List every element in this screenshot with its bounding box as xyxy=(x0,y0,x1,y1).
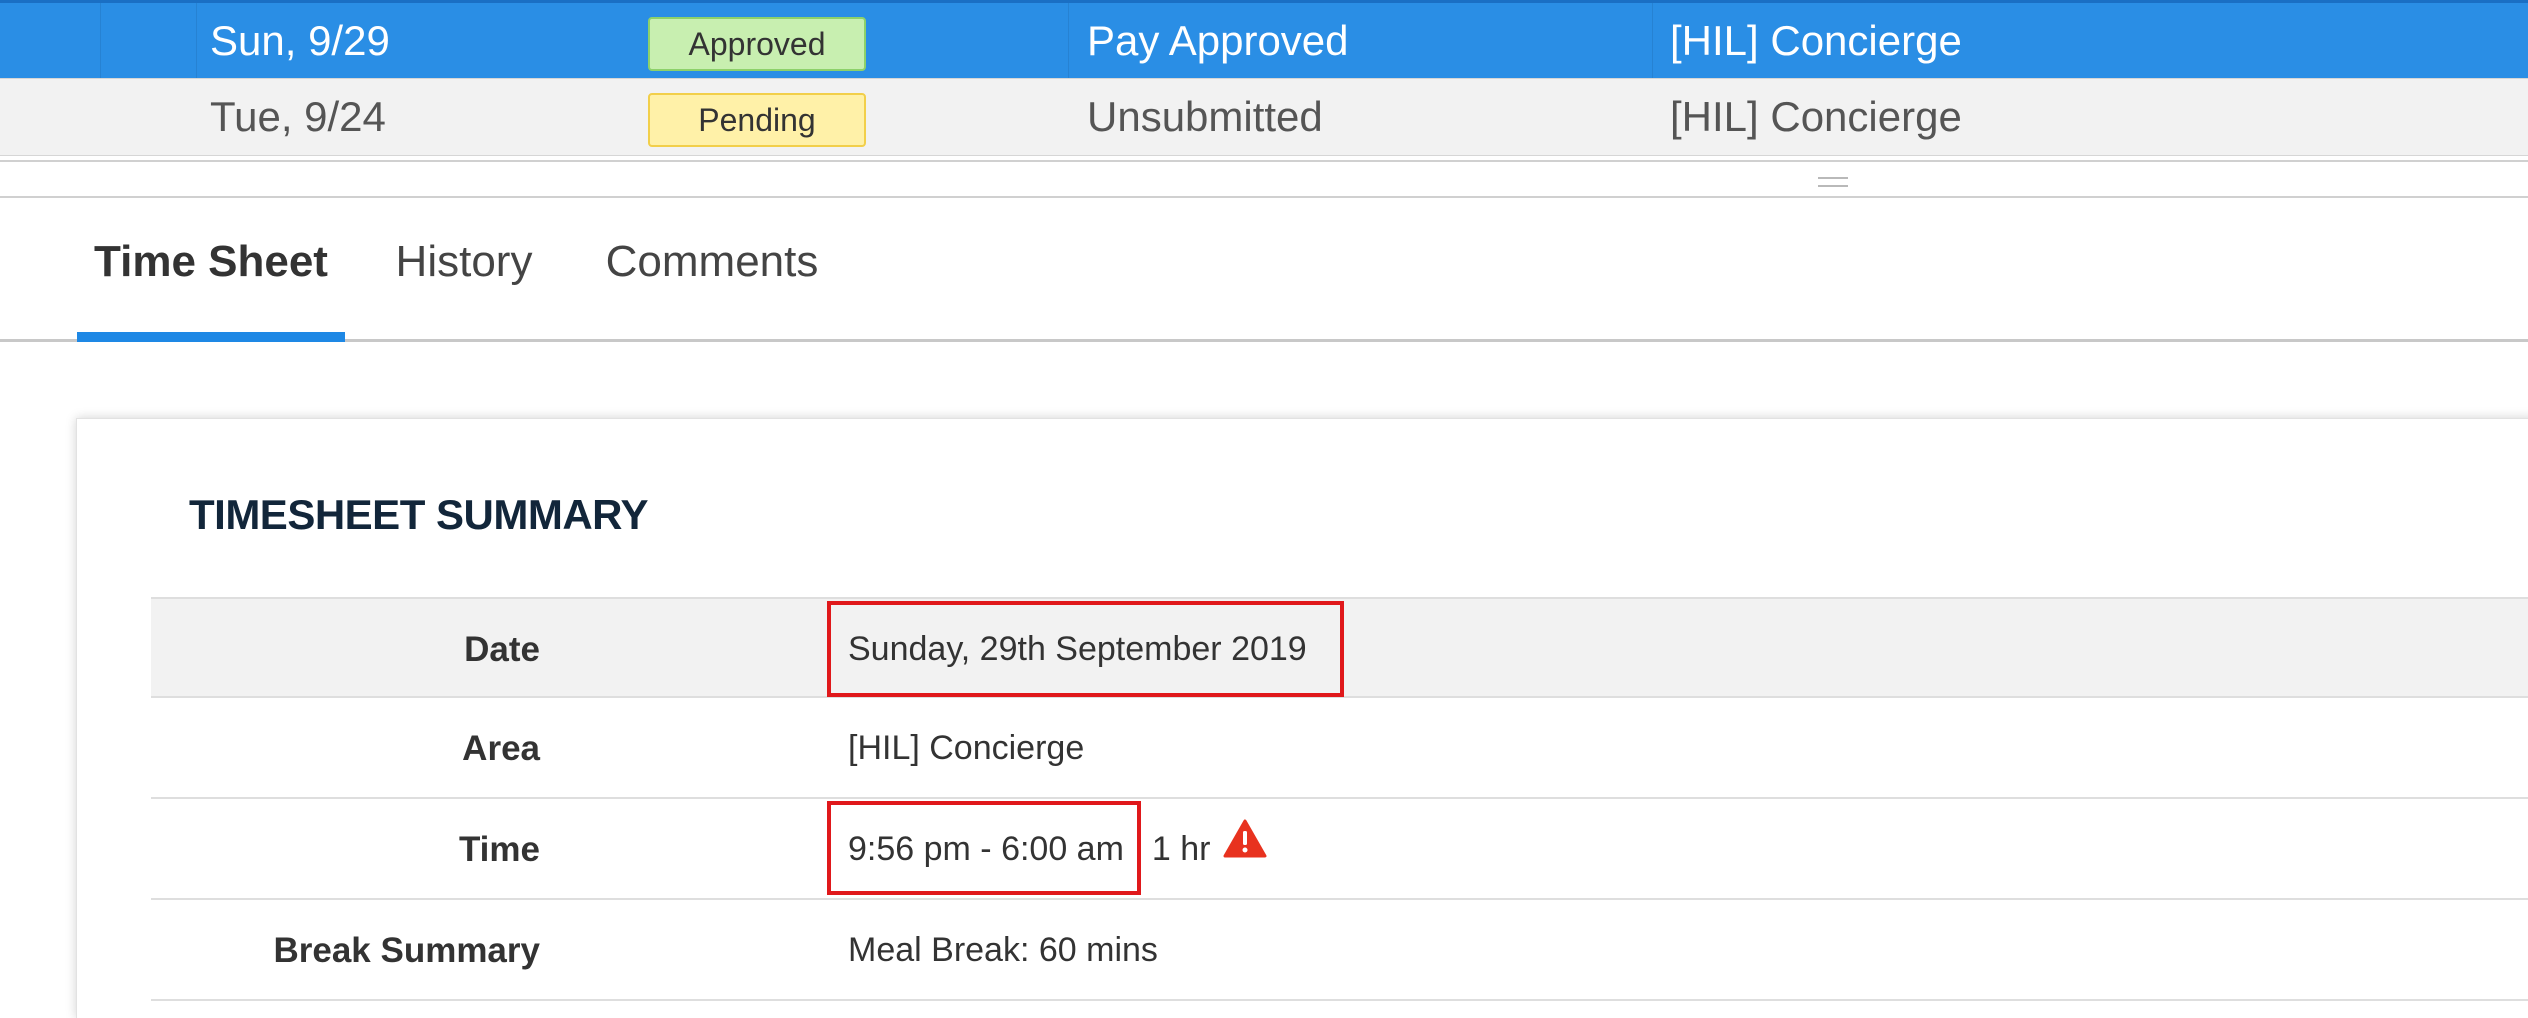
summary-title: TIMESHEET SUMMARY xyxy=(189,491,648,538)
timesheet-date: Sun, 9/29 xyxy=(210,17,390,64)
status-badge-approved: Approved xyxy=(648,17,866,71)
pay-status: Pay Approved xyxy=(1087,17,1349,64)
column-divider xyxy=(1652,3,1653,78)
hours-value: 1 hr xyxy=(1151,830,1211,868)
panel-resize-bar[interactable] xyxy=(0,160,2528,198)
time-range: 9:56 pm - 6:00 am xyxy=(848,830,1124,868)
time-value-group: 9:56 pm - 6:00 am 1 hr xyxy=(848,799,1267,900)
tab-history[interactable]: History xyxy=(380,198,548,339)
break-summary-label: Break Summary xyxy=(273,931,540,970)
detail-tabs: Time Sheet History Comments xyxy=(0,198,2528,342)
date-label: Date xyxy=(464,630,540,669)
summary-row-time: Time 9:56 pm - 6:00 am 1 hr xyxy=(151,799,2528,900)
column-divider xyxy=(1068,3,1069,78)
timesheet-date: Tue, 9/24 xyxy=(210,93,386,140)
tab-comments[interactable]: Comments xyxy=(594,198,830,339)
timesheet-area: [HIL] Concierge xyxy=(1670,17,1962,64)
timesheet-row-selected[interactable]: Sun, 9/29 Approved Pay Approved [HIL] Co… xyxy=(0,0,2528,78)
area-label: Area xyxy=(462,729,540,768)
summary-table: Date Sunday, 29th September 2019 Area [H… xyxy=(151,597,2528,1001)
summary-row-area: Area [HIL] Concierge xyxy=(151,698,2528,799)
timesheet-summary-card: TIMESHEET SUMMARY Date Sunday, 29th Sept… xyxy=(76,418,2528,1018)
date-value: Sunday, 29th September 2019 xyxy=(848,630,1307,668)
status-badge-pending: Pending xyxy=(648,93,866,147)
pay-status: Unsubmitted xyxy=(1087,93,1323,140)
column-divider xyxy=(100,3,101,78)
area-value: [HIL] Concierge xyxy=(848,729,1085,767)
drag-handle-icon[interactable] xyxy=(1818,177,1848,187)
timesheet-row[interactable]: Tue, 9/24 Pending Unsubmitted [HIL] Conc… xyxy=(0,78,2528,156)
column-divider xyxy=(196,3,197,78)
summary-row-date: Date Sunday, 29th September 2019 xyxy=(151,597,2528,698)
summary-row-break: Break Summary Meal Break: 60 mins xyxy=(151,900,2528,1001)
timesheet-area: [HIL] Concierge xyxy=(1670,93,1962,140)
tab-time-sheet[interactable]: Time Sheet xyxy=(77,198,345,342)
break-summary-value: Meal Break: 60 mins xyxy=(848,931,1158,969)
warning-icon[interactable] xyxy=(1223,798,1267,899)
timesheet-list: Sun, 9/29 Approved Pay Approved [HIL] Co… xyxy=(0,0,2528,158)
time-label: Time xyxy=(458,830,540,869)
